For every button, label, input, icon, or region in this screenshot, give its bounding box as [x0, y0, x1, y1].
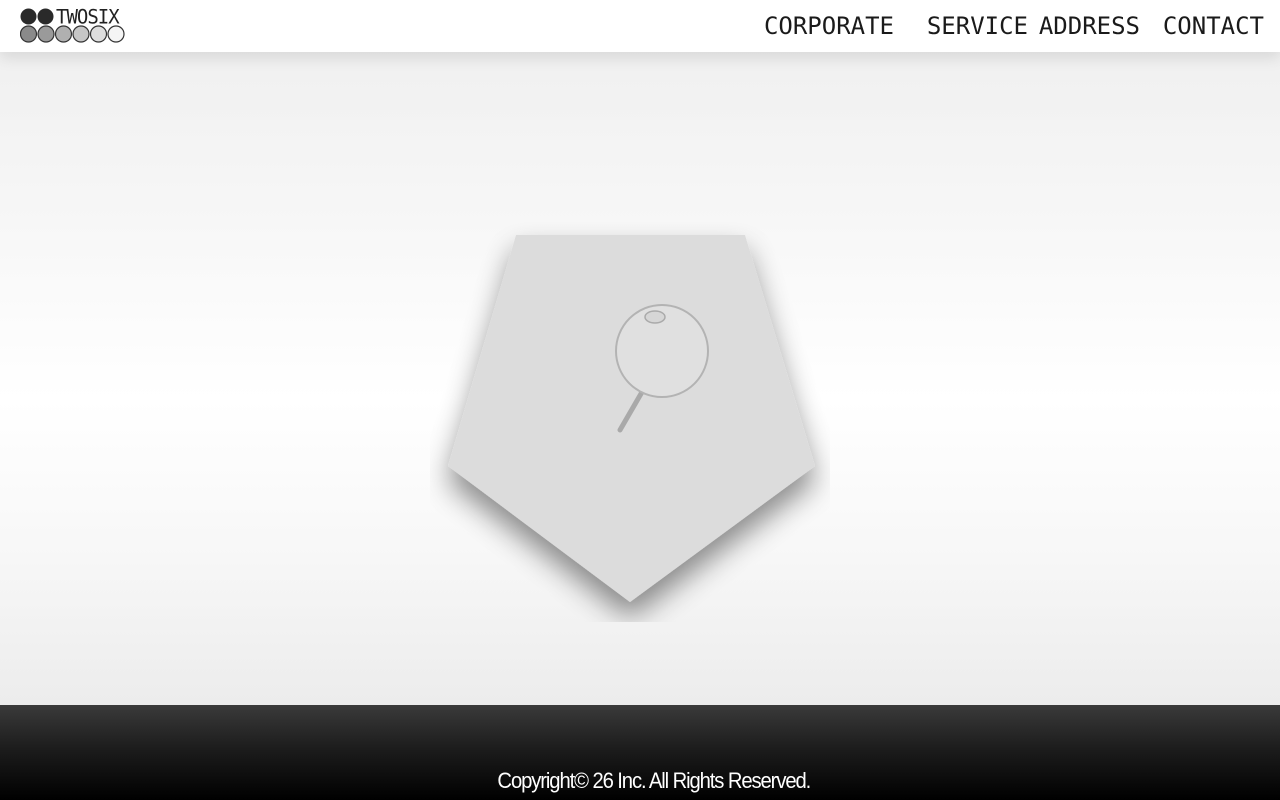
nav-corporate[interactable]: CORPORATE — [764, 12, 894, 40]
brand-name: TWOSIX — [56, 5, 120, 29]
hero-section — [0, 52, 1280, 705]
hero-pentagon[interactable] — [430, 222, 830, 622]
site-logo[interactable]: TWOSIX — [20, 5, 126, 44]
pentagon-shape — [448, 235, 815, 602]
site-header: TWOSIX CORPORATE SERVICE ADDRESS CONTACT — [0, 0, 1280, 52]
nav-service[interactable]: SERVICE — [927, 12, 1028, 40]
site-footer: Copyright© 26 Inc. All Rights Reserved. — [0, 705, 1280, 800]
nav-contact[interactable]: CONTACT — [1163, 12, 1264, 40]
nav-address[interactable]: ADDRESS — [1039, 12, 1140, 40]
copyright-text: Copyright© 26 Inc. All Rights Reserved. — [497, 768, 811, 793]
